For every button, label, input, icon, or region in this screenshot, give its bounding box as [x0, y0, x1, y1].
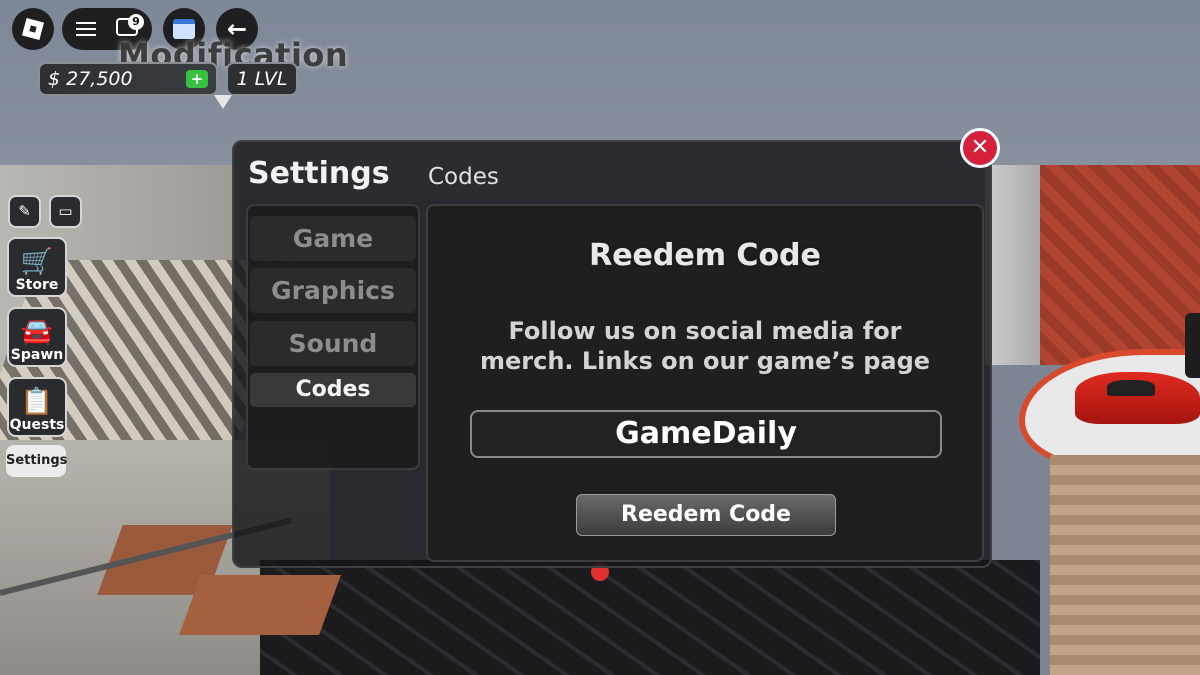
- tab-sound[interactable]: Sound: [250, 321, 416, 366]
- spawn-label: Spawn: [10, 347, 64, 363]
- quests-label: Quests: [9, 417, 65, 433]
- section-title: Codes: [428, 164, 499, 190]
- redeem-button[interactable]: Reedem Code: [576, 494, 836, 536]
- table: [179, 575, 341, 635]
- offscreen-panel: [1185, 313, 1200, 378]
- car-icon: 🚘: [20, 317, 54, 347]
- level-display: 1 LVL: [226, 62, 298, 96]
- red-car: [1075, 372, 1200, 424]
- tab-codes[interactable]: Codes: [250, 373, 416, 407]
- close-button[interactable]: ✕: [960, 128, 1000, 168]
- store-button[interactable]: 🛒 Store: [7, 237, 67, 297]
- paint-button[interactable]: ✎: [8, 195, 41, 228]
- stairs: [1050, 455, 1200, 675]
- spawn-button[interactable]: 🚘 Spawn: [7, 307, 67, 367]
- settings-title: Settings: [248, 156, 390, 191]
- pillar: [985, 165, 1040, 365]
- code-input[interactable]: GameDaily: [470, 410, 942, 458]
- codes-panel: Reedem Code Follow us on social media fo…: [426, 204, 984, 562]
- settings-button[interactable]: Settings: [6, 445, 67, 477]
- add-money-button[interactable]: +: [186, 70, 208, 88]
- money-display: $ 27,500 +: [38, 62, 218, 96]
- clipboard-icon: 📋: [20, 387, 54, 417]
- redeem-description: Follow us on social media for merch. Lin…: [479, 317, 931, 375]
- roblox-menu-button[interactable]: [12, 8, 54, 50]
- redeem-heading: Reedem Code: [589, 238, 821, 273]
- notification-badge: 9: [128, 14, 144, 30]
- wallet-button[interactable]: ▭: [49, 195, 82, 228]
- tab-graphics[interactable]: Graphics: [250, 268, 416, 313]
- location-marker-icon: [214, 95, 232, 109]
- wallet-icon: ▭: [58, 202, 73, 220]
- quests-button[interactable]: 📋 Quests: [7, 377, 67, 437]
- roblox-logo-icon: [21, 17, 45, 41]
- money-value: $ 27,500: [48, 68, 133, 90]
- tiled-floor: [260, 560, 1040, 675]
- cart-icon: 🛒: [20, 247, 54, 277]
- store-label: Store: [15, 277, 59, 293]
- settings-nav: Game Graphics Sound Codes: [246, 204, 420, 470]
- tab-game[interactable]: Game: [250, 216, 416, 261]
- hamburger-menu-icon[interactable]: [76, 22, 96, 36]
- brush-icon: ✎: [18, 202, 31, 220]
- settings-window: Settings Codes Game Graphics Sound Codes…: [232, 140, 992, 568]
